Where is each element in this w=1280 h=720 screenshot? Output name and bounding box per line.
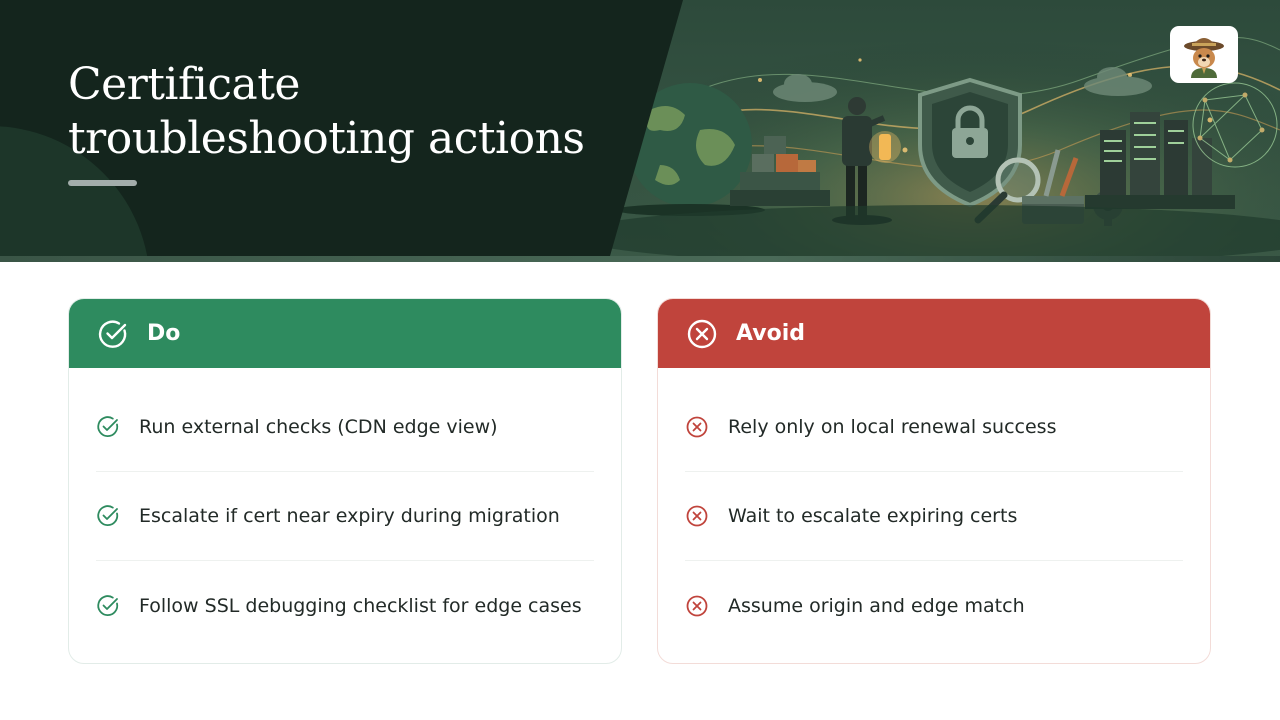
page-title-line-1: Certificate <box>68 59 300 110</box>
check-circle-icon <box>97 505 119 527</box>
list-item: Run external checks (CDN edge view) <box>96 383 594 472</box>
banner-bottom-border <box>0 256 1280 262</box>
avoid-list: Rely only on local renewal success Wait … <box>658 383 1210 650</box>
x-circle-icon <box>686 595 708 616</box>
list-item: Escalate if cert near expiry during migr… <box>96 472 594 561</box>
do-card-header: Do <box>69 299 621 368</box>
list-item: Assume origin and edge match <box>685 561 1183 650</box>
do-item-text: Follow SSL debugging checklist for edge … <box>139 594 582 617</box>
page-title-line-2: troubleshooting actions <box>68 113 585 164</box>
avoid-item-text: Wait to escalate expiring certs <box>728 505 1018 527</box>
avoid-card-title: Avoid <box>736 321 805 346</box>
list-item: Follow SSL debugging checklist for edge … <box>96 561 594 650</box>
avoid-card-header: Avoid <box>658 299 1210 368</box>
title-underline <box>68 180 137 186</box>
check-circle-icon <box>97 594 119 616</box>
page-title: Certificate troubleshooting actions <box>68 58 585 166</box>
x-circle-icon <box>686 416 708 438</box>
ranger-mascot-logo <box>1170 26 1238 83</box>
check-circle-icon <box>97 416 119 438</box>
list-item: Wait to escalate expiring certs <box>685 472 1183 561</box>
x-circle-icon <box>686 505 708 527</box>
do-item-text: Run external checks (CDN edge view) <box>139 416 498 438</box>
header-banner: Certificate troubleshooting actions <box>0 0 1280 262</box>
x-circle-icon <box>687 319 717 348</box>
do-card: Do Run external checks (CDN edge view) E… <box>68 298 622 664</box>
do-item-text: Escalate if cert near expiry during migr… <box>139 505 560 527</box>
avoid-item-text: Rely only on local renewal success <box>728 416 1057 438</box>
do-list: Run external checks (CDN edge view) Esca… <box>69 383 621 650</box>
check-circle-icon <box>98 320 127 348</box>
list-item: Rely only on local renewal success <box>685 383 1183 472</box>
avoid-card: Avoid Rely only on local renewal success… <box>657 298 1211 664</box>
ranger-mascot-icon <box>1184 37 1224 78</box>
do-card-title: Do <box>147 321 181 346</box>
avoid-item-text: Assume origin and edge match <box>728 594 1025 617</box>
